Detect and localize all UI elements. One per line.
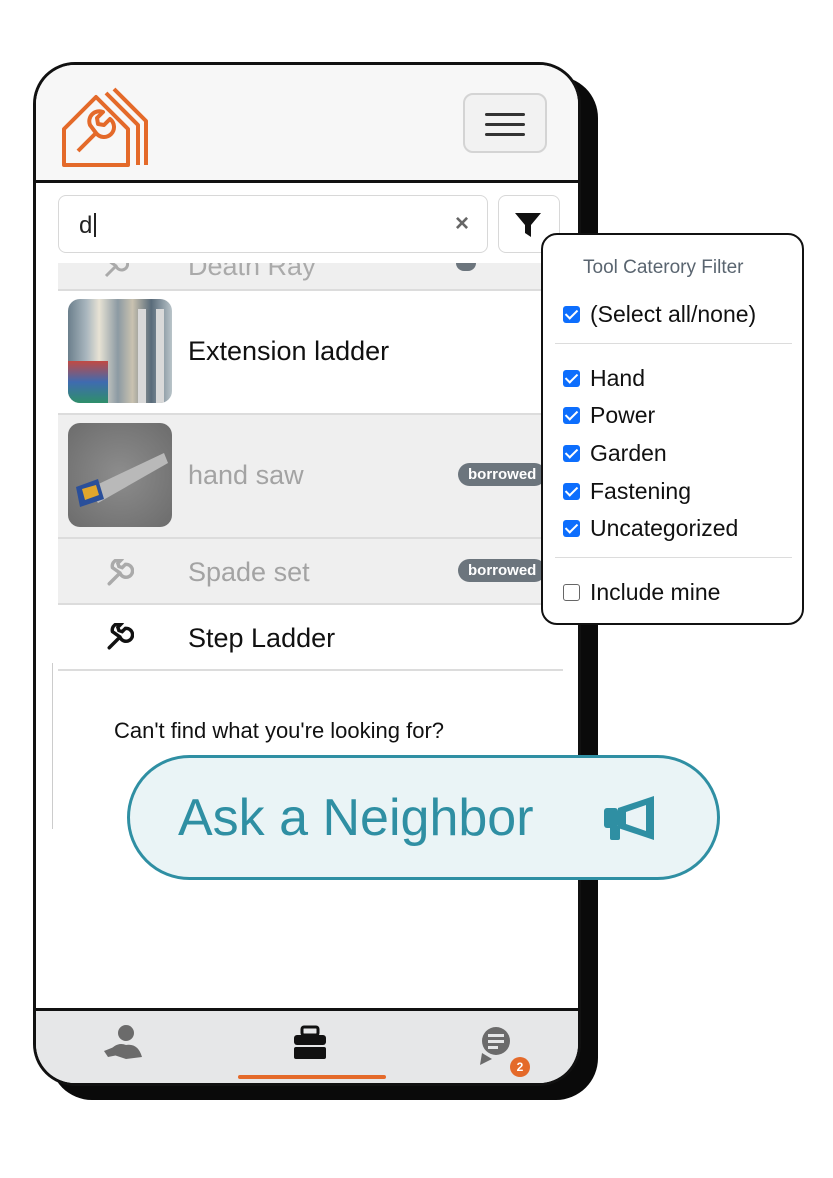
checkbox-label: (Select all/none)	[590, 301, 757, 327]
list-item[interactable]: Death Ray	[58, 263, 563, 291]
ask-a-neighbor-button[interactable]: Ask a Neighbor	[127, 755, 720, 880]
list-item[interactable]: Step Ladder	[58, 605, 563, 671]
checkbox-label: Fastening	[590, 478, 692, 504]
list-item-label: Step Ladder	[188, 623, 336, 653]
list-item-label: Death Ray	[188, 263, 316, 281]
list-item-label: Spade set	[188, 557, 310, 587]
checkbox-label: Garden	[590, 440, 667, 466]
status-badge	[456, 263, 476, 271]
bottom-nav: 2	[36, 1008, 578, 1083]
checkbox-icon[interactable]	[563, 370, 580, 387]
list-item-label: Extension ladder	[188, 336, 390, 366]
toolbox-icon[interactable]	[290, 1023, 330, 1063]
funnel-icon	[515, 213, 541, 237]
checkbox-icon[interactable]	[563, 445, 580, 462]
status-badge: borrowed	[458, 559, 547, 582]
megaphone-icon	[604, 796, 654, 840]
filter-title: Tool Caterory Filter	[583, 257, 744, 278]
checkbox-icon[interactable]	[563, 306, 580, 323]
wrench-icon	[107, 623, 134, 650]
active-tab-indicator	[238, 1075, 386, 1079]
phone-frame: d × Death Ray Extension ladder hand saw …	[33, 62, 581, 1086]
list-item[interactable]: hand saw borrowed	[58, 415, 563, 539]
category-checkbox-power[interactable]: Power	[563, 402, 655, 429]
ladder-photo	[68, 299, 172, 403]
text-caret	[94, 213, 96, 237]
checkbox-icon[interactable]	[563, 520, 580, 537]
divider	[555, 343, 792, 344]
list-item[interactable]: Spade set borrowed	[58, 539, 563, 605]
status-badge: borrowed	[458, 463, 547, 486]
category-filter-popover: Tool Caterory Filter (Select all/none) H…	[541, 233, 804, 625]
checkbox-icon[interactable]	[563, 584, 580, 601]
clear-search-icon[interactable]: ×	[455, 210, 469, 238]
category-checkbox-uncategorized[interactable]: Uncategorized	[563, 515, 738, 542]
house-wrench-logo-icon[interactable]	[56, 81, 152, 171]
saw-image	[76, 453, 168, 507]
divider	[555, 557, 792, 558]
checkbox-label: Power	[590, 402, 656, 428]
list-item[interactable]: Extension ladder	[58, 291, 563, 415]
unread-count-badge: 2	[510, 1057, 530, 1077]
category-checkbox-fastening[interactable]: Fastening	[563, 478, 691, 505]
category-checkbox-garden[interactable]: Garden	[563, 440, 667, 467]
checkbox-label: Uncategorized	[590, 515, 739, 541]
category-checkbox-hand[interactable]: Hand	[563, 365, 645, 392]
checkbox-label: Include mine	[590, 579, 721, 605]
list-item-label: hand saw	[188, 460, 304, 490]
saw-photo	[68, 423, 172, 527]
include-mine-checkbox[interactable]: Include mine	[563, 579, 720, 606]
checkbox-label: Hand	[590, 365, 645, 391]
app-header	[36, 65, 578, 183]
wrench-icon	[104, 263, 129, 278]
select-all-checkbox[interactable]: (Select all/none)	[563, 301, 756, 328]
search-row: d ×	[36, 183, 578, 263]
checkbox-icon[interactable]	[563, 483, 580, 500]
search-value: d	[79, 212, 93, 239]
search-input[interactable]: d ×	[58, 195, 488, 253]
hamburger-menu-button[interactable]	[463, 93, 547, 153]
ask-label: Ask a Neighbor	[178, 789, 534, 847]
neighbors-icon[interactable]	[102, 1023, 146, 1063]
help-text: Can't find what you're looking for?	[114, 718, 445, 743]
checkbox-icon[interactable]	[563, 407, 580, 424]
wrench-icon	[107, 559, 134, 586]
list-scroll-edge	[52, 663, 53, 829]
